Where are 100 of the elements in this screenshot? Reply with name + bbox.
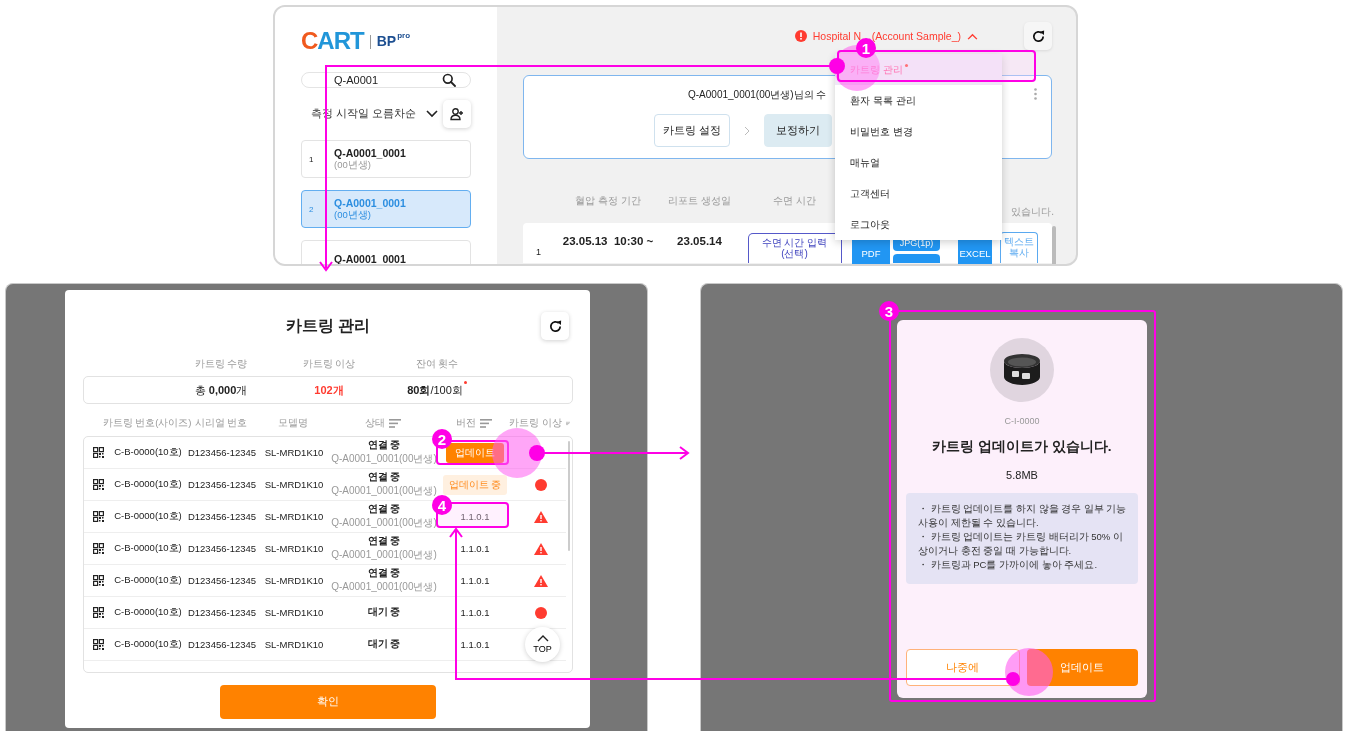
qr-code-icon[interactable]	[92, 447, 104, 458]
qr-code-icon[interactable]	[92, 607, 104, 618]
table-cell: C-B-0000(10호)	[114, 446, 182, 459]
table-cell: SL-MRD1K10	[264, 543, 324, 554]
updating-badge: 업데이트 중	[442, 474, 508, 495]
menu-item[interactable]: 고객센터	[835, 178, 1002, 209]
qr-code-icon[interactable]	[92, 639, 104, 650]
stat-label: 잔여 횟수	[415, 357, 459, 371]
status-text: 연결 중	[367, 567, 401, 580]
menu-item[interactable]: 로그아웃	[835, 209, 1002, 240]
column-header: 수면 시간	[773, 194, 816, 208]
scrollbar[interactable]	[1052, 226, 1056, 264]
menu-item[interactable]: 비밀번호 변경	[835, 116, 1002, 147]
patient-item[interactable]: 1 Q-A0001_0001 (00년생)	[301, 140, 471, 178]
column-header: 카트링 번호(사이즈)	[102, 416, 192, 430]
column-header: 모델명	[278, 416, 308, 430]
patient-id: Q-A0001_0001(00년생)	[331, 516, 437, 530]
add-patient-button[interactable]	[443, 100, 471, 128]
report-date: 23.05.14	[677, 235, 722, 247]
table-cell: D123456-12345	[187, 543, 257, 554]
column-header: 시리얼 번호	[194, 416, 248, 430]
patient-id: Q-A0001_0001(00년생)	[331, 484, 437, 498]
dialog-title: 카트링 업데이트가 있습니다.	[932, 438, 1112, 456]
table-cell: C-B-0000(10호)	[114, 542, 182, 555]
table-cell: SL-MRD1K10	[264, 447, 324, 458]
chevron-down-icon	[425, 110, 438, 118]
qr-code-icon[interactable]	[92, 575, 104, 586]
modal-title: 카트링 관리	[285, 315, 371, 336]
menu-item[interactable]: 매뉴얼	[835, 147, 1002, 178]
sleep-time-button[interactable]: 수면 시간 입력 (선택)	[747, 233, 842, 263]
scroll-top-button[interactable]: TOP	[525, 627, 560, 662]
status-text: 연결 중	[367, 535, 401, 548]
stat-label: 카트링 수량	[194, 357, 248, 371]
column-header: 상태	[365, 416, 385, 430]
table-cell: C-B-0000(10호)	[114, 478, 182, 491]
row-number: 1	[536, 247, 541, 257]
column-header: 카트링 이상	[509, 416, 562, 430]
table-cell: D123456-12345	[187, 511, 257, 522]
info-text: ・ 카트링과 PC를 가까이에 놓아 주세요.	[918, 558, 1099, 572]
product-name: BP	[376, 32, 397, 51]
stat-value: 총 0,000개	[194, 382, 248, 398]
scrollbar[interactable]	[568, 441, 570, 551]
step-button[interactable]: 보정하기	[763, 114, 832, 147]
refresh-button[interactable]	[1024, 22, 1052, 50]
qr-code-icon[interactable]	[92, 479, 104, 490]
table-cell: D123456-12345	[187, 639, 257, 650]
item-number: 1	[309, 154, 315, 164]
version-text: 1.1.0.1	[460, 575, 490, 586]
chevron-right-icon	[743, 125, 750, 136]
card-title: Q-A0001_0001(00년생)님의 수	[688, 88, 827, 102]
qr-code-icon[interactable]	[92, 511, 104, 522]
status-text: 대기 중	[367, 606, 401, 619]
table-note: 있습니다.	[1011, 205, 1054, 219]
search-icon[interactable]	[442, 73, 456, 87]
table-cell: C-B-0000(10호)	[114, 606, 182, 619]
table-cell: D123456-12345	[187, 479, 257, 490]
refresh-icon	[547, 318, 563, 334]
highlight-spot	[492, 428, 542, 478]
column-header: 혈압 측정 기간	[575, 194, 641, 208]
table-cell: D123456-12345	[187, 447, 257, 458]
table-cell: C-B-0000(10호)	[114, 510, 182, 523]
patient-name: Q-A0001_0001	[334, 146, 406, 159]
alert-icon	[794, 30, 807, 42]
table-cell: C-B-0000(10호)	[114, 638, 182, 651]
patient-id: Q-A0001_0001(00년생)	[331, 452, 437, 466]
status-text: 연결 중	[367, 503, 401, 516]
file-size: 5.8MB	[1006, 469, 1038, 481]
tier-label: pro	[397, 30, 410, 42]
info-text: ・ 카트링 업데이트를 하지 않을 경우 일부 기능 사용이 제한될 수 있습니다.	[918, 502, 1128, 530]
table-cell: SL-MRD1K10	[264, 639, 324, 650]
table-cell: SL-MRD1K10	[264, 479, 324, 490]
birth-year: (00년생)	[334, 158, 371, 172]
item-number: 2	[309, 204, 315, 214]
patient-id: Q-A0001_0001(00년생)	[331, 580, 437, 594]
birth-year: (00년생)	[334, 208, 371, 222]
table-cell: C-B-0000(10호)	[114, 574, 182, 587]
status-text: 대기 중	[367, 638, 401, 651]
status-text: 연결 중	[367, 471, 401, 484]
version-text: 1.1.0.1	[460, 639, 490, 650]
add-user-icon	[450, 107, 464, 121]
menu-item[interactable]: 환자 목록 관리	[835, 85, 1002, 116]
column-header: 버전	[456, 416, 476, 430]
status-text: 연결 중	[367, 439, 401, 452]
table-cell: SL-MRD1K10	[264, 607, 324, 618]
measure-period: 23.05.13 10:30 ~	[562, 235, 654, 247]
chevron-up-icon[interactable]	[967, 32, 978, 40]
info-text: ・ 카트링 업데이트는 카트링 배터리가 50% 이상이거나 충전 중일 때 가능합니다.	[918, 530, 1124, 558]
version-text: 1.1.0.1	[460, 511, 490, 522]
table-cell: SL-MRD1K10	[264, 511, 324, 522]
qr-code-icon[interactable]	[92, 543, 104, 554]
table-cell: SL-MRD1K10	[264, 575, 324, 586]
column-header: 리포트 생성일	[668, 194, 731, 208]
stat-label: 카트링 이상	[302, 357, 356, 371]
highlight-spot	[1005, 648, 1053, 696]
refresh-button[interactable]	[541, 312, 569, 340]
table-cell: D123456-12345	[187, 575, 257, 586]
table-cell: D123456-12345	[187, 607, 257, 618]
stat-value: 80회/100회	[407, 382, 463, 398]
device-code: C-I-0000	[1004, 416, 1040, 426]
step-button[interactable]: 카트링 설정	[654, 114, 730, 147]
